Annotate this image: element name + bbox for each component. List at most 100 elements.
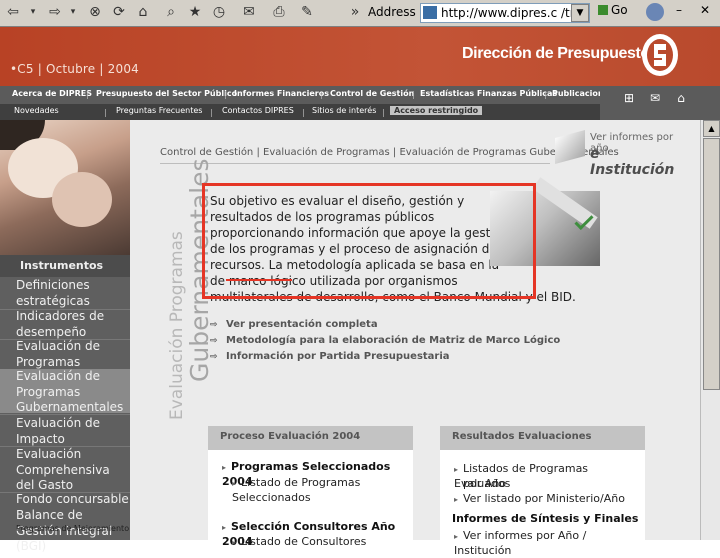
bullet-icon: ▸	[454, 532, 459, 541]
nav-sitios[interactable]: Sitios de interés	[312, 106, 376, 115]
minimize-icon[interactable]: –	[676, 3, 682, 17]
browser-toolbar: ⇦ ▾ ⇨ ▾ ⊗ ⟳ ⌂ ⌕ ★ ◷ ✉ ⎙ ✎ » Address http…	[0, 0, 720, 27]
report-icon	[555, 129, 585, 165]
go-arrow-icon	[598, 5, 608, 15]
link-label: Ver presentación completa	[226, 319, 378, 330]
home-icon[interactable]: ⌂	[672, 91, 690, 105]
go-label: Go	[611, 3, 628, 17]
sidebar-item-indicadores[interactable]: Indicadores de desempeño	[0, 309, 130, 340]
panel-item[interactable]: ▸ Listado de Consultores	[232, 535, 366, 550]
panel-body: ▸ Listados de Programas Evaluados por Año…	[440, 450, 645, 557]
more-icon[interactable]: »	[346, 3, 364, 21]
links-list: ⇨ Ver presentación completa ⇨ Metodología …	[210, 319, 560, 367]
sidebar-item-comprehensiva[interactable]: Evaluación Comprehensiva del Gasto	[0, 447, 130, 494]
dipres-logo-icon	[642, 34, 678, 76]
nav-informes[interactable]: Informes Financieros	[234, 89, 329, 98]
back-dropdown-icon[interactable]: ▾	[28, 3, 38, 21]
sidebar-item-impacto[interactable]: Evaluación de Impacto	[0, 416, 130, 447]
nav-separator: |	[382, 108, 385, 117]
print-icon[interactable]: ⎙	[270, 3, 288, 21]
sidebar-item-evaluacion-programas[interactable]: Evaluación de Programas	[0, 339, 130, 370]
bullet-icon: ▸	[454, 465, 459, 474]
panel-resultados-evaluaciones: Resultados Evaluaciones ▸ Listados de Pro…	[440, 426, 645, 557]
nav-separator: |	[86, 90, 89, 99]
forward-icon[interactable]: ⇨	[46, 3, 64, 21]
home-icon[interactable]: ⌂	[134, 3, 152, 21]
nav-separator: |	[104, 108, 107, 117]
mail-icon[interactable]: ✉	[240, 3, 258, 21]
nav-acceso-restringido[interactable]: Acceso restringido	[390, 106, 483, 115]
address-label: Address	[368, 5, 416, 19]
nav-separator: |	[412, 90, 415, 99]
primary-nav: Acerca de DIPRES | Presupuesto del Secto…	[0, 86, 614, 104]
ver-informes-big: e Institución	[590, 146, 675, 178]
site-header: •C5 | Octubre | 2004 Dirección de Presup…	[0, 27, 720, 86]
main-content: Control de Gestión | Evaluación de Progr…	[130, 120, 700, 557]
bullet-icon: ▸	[222, 463, 227, 472]
page-scrollbar[interactable]: ▲	[700, 120, 720, 540]
favorites-icon[interactable]: ★	[186, 3, 204, 21]
scroll-up-icon[interactable]: ▲	[703, 120, 720, 137]
utility-nav: ⊞ ✉ ⌂	[600, 86, 720, 120]
bullet-icon: ▸	[232, 479, 237, 488]
link-informacion-partida[interactable]: ⇨ Información por Partida Presupuestaria	[210, 351, 560, 362]
panel-item[interactable]: ▸ Listado de Programas	[232, 476, 360, 491]
arrow-icon: ⇨	[210, 352, 218, 362]
photo-shape	[52, 172, 112, 227]
scroll-thumb[interactable]	[703, 138, 720, 390]
close-icon[interactable]: ✕	[700, 3, 710, 17]
panel-title: Proceso Evaluación 2004	[220, 431, 361, 442]
back-icon[interactable]: ⇦	[4, 3, 22, 21]
sidebar-divider	[0, 414, 130, 415]
link-metodologia[interactable]: ⇨ Metodología para la elaboración de Matr…	[210, 335, 560, 346]
panel-item[interactable]: ▸ Ver listado por Ministerio/Año	[454, 492, 625, 507]
panel-item-label: Listado de Consultores	[241, 535, 367, 548]
bullet-icon: ▸	[222, 523, 227, 532]
panel-item[interactable]: ▸ Ver informes por Año / Institución	[454, 529, 645, 558]
page-icon	[423, 6, 437, 19]
sidebar-item-definiciones[interactable]: Definiciones estratégicas	[0, 278, 130, 309]
nav-preguntas[interactable]: Preguntas Frecuentes	[116, 106, 202, 115]
nav-separator: |	[210, 108, 213, 117]
panel-header: Proceso Evaluación 2004	[208, 426, 413, 450]
address-dropdown-icon[interactable]: ▼	[571, 4, 589, 22]
panel-item[interactable]: por Año	[463, 477, 506, 491]
sidebar-item-fondo[interactable]: Fondo concursable	[0, 492, 130, 508]
history-icon[interactable]: ◷	[210, 3, 228, 21]
panel-item[interactable]: Seleccionados	[232, 491, 311, 505]
sidebar-photo	[0, 120, 130, 255]
refresh-icon[interactable]: ⟳	[110, 3, 128, 21]
sidebar-heading-label: Instrumentos	[20, 259, 104, 272]
nav-estadisticas[interactable]: Estadísticas Finanzas Públicas	[420, 89, 557, 98]
link-label: Información por Partida Presupuestaria	[226, 351, 450, 362]
address-url[interactable]: http://www.dipres.c /tr_c	[441, 6, 587, 20]
sidebar-footer-text[interactable]: Programas de Mejoramiento	[0, 524, 130, 534]
nav-control[interactable]: Control de Gestión	[330, 89, 414, 98]
panel-item-label: Ver informes por Año / Institución	[454, 529, 587, 557]
panel-title: Resultados Evaluaciones	[452, 431, 592, 442]
ver-informes-button[interactable]: Ver informes por año e Institución	[555, 129, 685, 178]
nav-separator: |	[544, 90, 547, 99]
stop-icon[interactable]: ⊗	[86, 3, 104, 21]
nav-contactos[interactable]: Contactos DIPRES	[222, 106, 294, 115]
nav-separator: |	[302, 108, 305, 117]
sidebar-item-evaluacion-gubernamentales[interactable]: Evaluación de Programas Gubernamentales	[0, 369, 130, 414]
bullet-icon: ▸	[454, 495, 459, 504]
go-button[interactable]: Go	[598, 3, 628, 17]
sitemap-icon[interactable]: ⊞	[620, 91, 638, 105]
link-presentacion[interactable]: ⇨ Ver presentación completa	[210, 319, 560, 330]
nav-acerca[interactable]: Acerca de DIPRES	[12, 89, 92, 98]
address-bar[interactable]: http://www.dipres.c /tr_c	[420, 3, 590, 23]
edit-icon[interactable]: ✎	[298, 3, 316, 21]
nav-novedades[interactable]: Novedades	[14, 106, 59, 115]
forward-dropdown-icon[interactable]: ▾	[68, 3, 78, 21]
search-icon[interactable]: ⌕	[162, 3, 180, 21]
mail-icon[interactable]: ✉	[646, 91, 664, 105]
sidebar-heading: Instrumentos	[0, 255, 130, 277]
nav-presupuesto[interactable]: Presupuesto del Sector Público	[96, 89, 237, 98]
nav-separator: |	[320, 90, 323, 99]
breadcrumb[interactable]: Control de Gestión | Evaluación de Progr…	[160, 147, 619, 158]
site-title: Dirección de Presupuestos	[462, 45, 659, 62]
panel-subheading: Informes de Síntesis y Finales	[452, 512, 638, 526]
panel-item-label: Ver listado por Ministerio/Año	[463, 492, 625, 505]
